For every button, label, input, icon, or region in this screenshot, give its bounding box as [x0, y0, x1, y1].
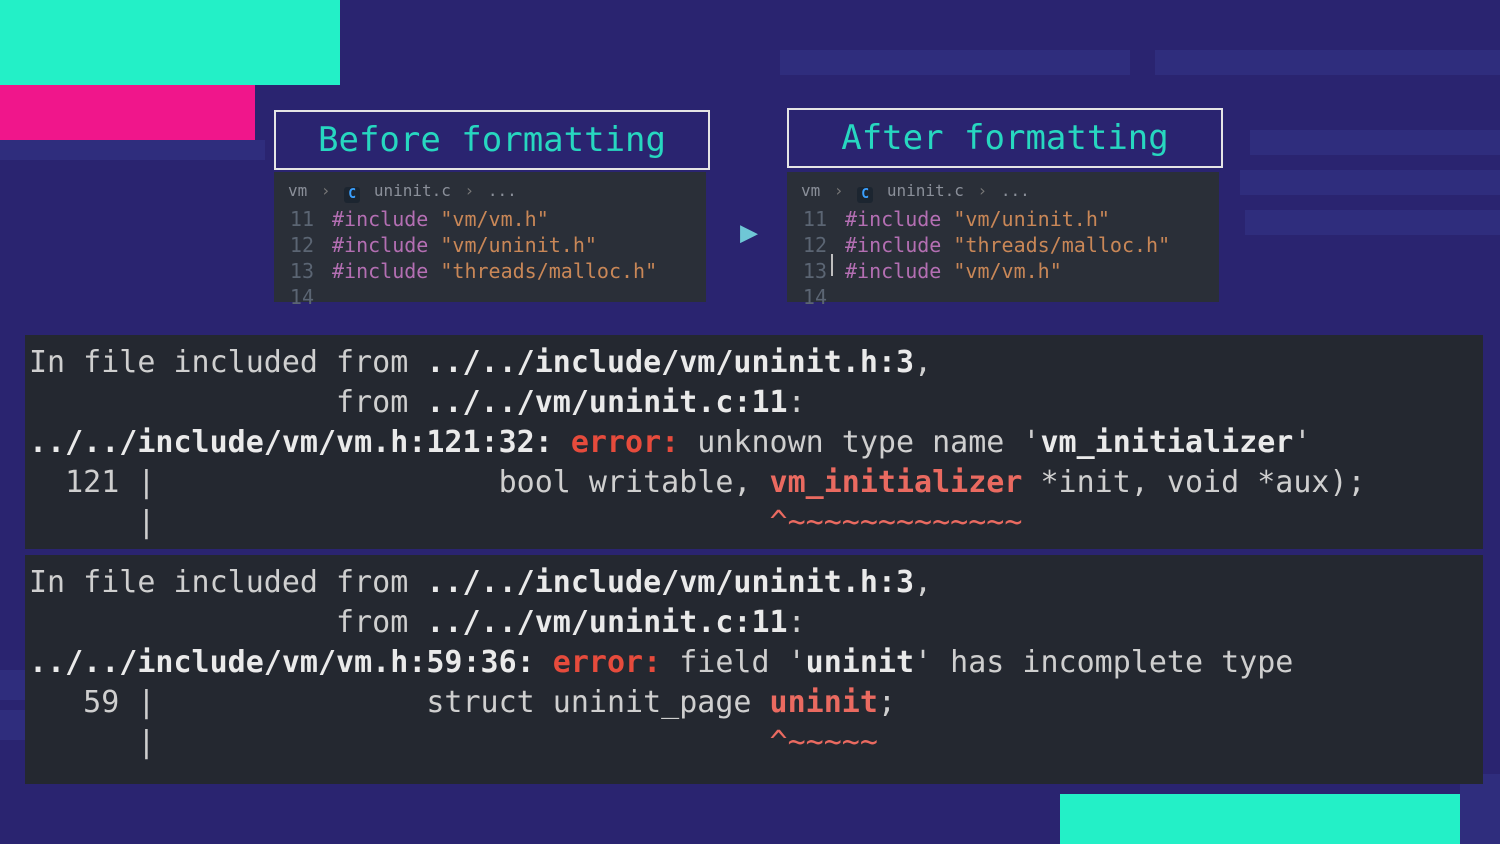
decor-stripe	[1240, 170, 1500, 195]
decor-stripe	[1155, 50, 1500, 75]
breadcrumb-file: uninit.c	[887, 181, 964, 200]
decor-magenta-block	[0, 85, 255, 140]
chevron-right-icon: ›	[321, 181, 331, 200]
code-editor-after: vm › C uninit.c › ... 11#include "vm/uni…	[787, 172, 1219, 302]
code-line: 11#include "vm/uninit.h"	[787, 206, 1219, 232]
code-line: 12#include "vm/uninit.h"	[274, 232, 706, 258]
code-line: 14	[787, 284, 1219, 310]
decor-stripe	[0, 140, 265, 160]
chevron-right-icon: ›	[465, 181, 475, 200]
text-cursor	[831, 254, 833, 276]
chevron-right-icon: ›	[834, 181, 844, 200]
code-line: 13#include "vm/vm.h"	[787, 258, 1219, 284]
decor-stripe	[780, 50, 1130, 75]
breadcrumb-folder: vm	[801, 181, 820, 200]
breadcrumb-folder: vm	[288, 181, 307, 200]
decor-stripe	[1250, 130, 1500, 155]
code-line: 14	[274, 284, 706, 310]
chevron-right-icon: ›	[978, 181, 988, 200]
title-after: After formatting	[787, 108, 1223, 168]
breadcrumb: vm › C uninit.c › ...	[274, 172, 706, 206]
c-file-icon: C	[857, 187, 873, 203]
breadcrumb-more: ...	[488, 181, 517, 200]
arrow-right-icon: ▶	[740, 215, 758, 250]
breadcrumb: vm › C uninit.c › ...	[787, 172, 1219, 206]
breadcrumb-more: ...	[1001, 181, 1030, 200]
title-before: Before formatting	[274, 110, 710, 170]
code-line: 12#include "threads/malloc.h"	[787, 232, 1219, 258]
terminal-output-2: In file included from ../../include/vm/u…	[25, 555, 1483, 784]
decor-teal-block	[0, 0, 340, 85]
decor-teal-bottom	[1060, 794, 1460, 844]
terminal-output-1: In file included from ../../include/vm/u…	[25, 335, 1483, 549]
code-line: 13#include "threads/malloc.h"	[274, 258, 706, 284]
breadcrumb-file: uninit.c	[374, 181, 451, 200]
c-file-icon: C	[344, 187, 360, 203]
code-editor-before: vm › C uninit.c › ... 11#include "vm/vm.…	[274, 172, 706, 302]
decor-stripe	[1245, 210, 1500, 235]
code-line: 11#include "vm/vm.h"	[274, 206, 706, 232]
decor-navy-bottom	[1460, 774, 1500, 844]
